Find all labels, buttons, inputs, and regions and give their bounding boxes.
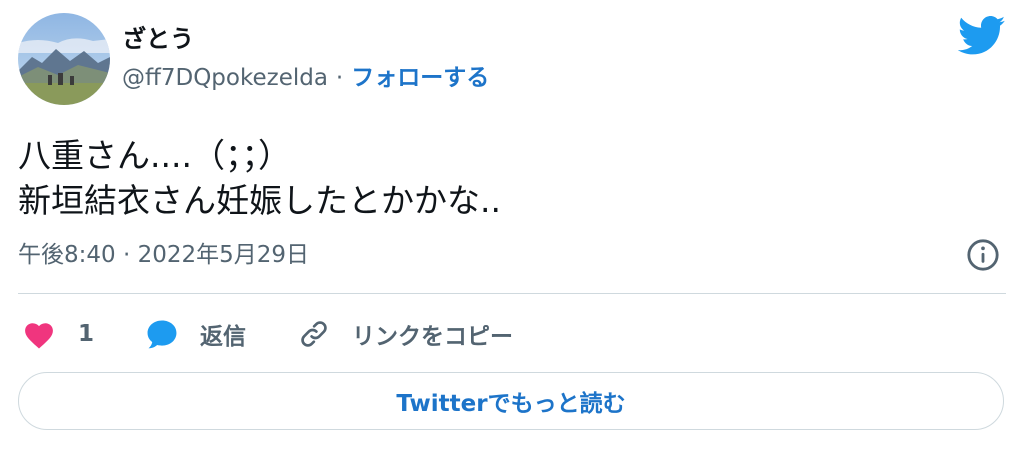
follow-link[interactable]: フォローする — [351, 65, 489, 91]
avatar-landscape-image — [18, 13, 110, 105]
like-count: 1 — [78, 321, 95, 347]
reply-bubble-icon — [147, 320, 177, 349]
separator-dot: · — [335, 65, 344, 91]
tweet-line-1: 八重さん....（；；） — [18, 136, 291, 175]
heart-icon — [25, 323, 53, 349]
reply-label: 返信 — [200, 324, 246, 350]
action-bar: 1 返信 リンクをコピー — [0, 312, 1024, 356]
divider — [18, 293, 1006, 294]
twitter-bird-icon[interactable] — [958, 16, 1006, 56]
copy-link-label: リンクをコピー — [352, 324, 513, 350]
display-name[interactable]: ざとう — [122, 22, 194, 56]
tweet-text: 八重さん....（；；） 新垣結衣さん妊娠したとかかな.. — [18, 133, 501, 223]
link-icon — [301, 321, 327, 347]
copy-link-button[interactable]: リンクをコピー — [298, 312, 513, 356]
info-icon[interactable] — [966, 238, 1000, 272]
like-button[interactable]: 1 — [22, 312, 94, 356]
reply-button[interactable]: 返信 — [144, 312, 246, 356]
read-more-button[interactable]: Twitterでもっと読む — [18, 372, 1004, 430]
tweet-line-2: 新垣結衣さん妊娠したとかかな.. — [18, 181, 501, 220]
handle-row: @ff7DQpokezelda · フォローする — [122, 60, 489, 96]
user-handle[interactable]: @ff7DQpokezelda — [122, 65, 328, 91]
avatar[interactable] — [18, 13, 110, 105]
timestamp[interactable]: 午後8:40 · 2022年5月29日 — [18, 235, 309, 275]
